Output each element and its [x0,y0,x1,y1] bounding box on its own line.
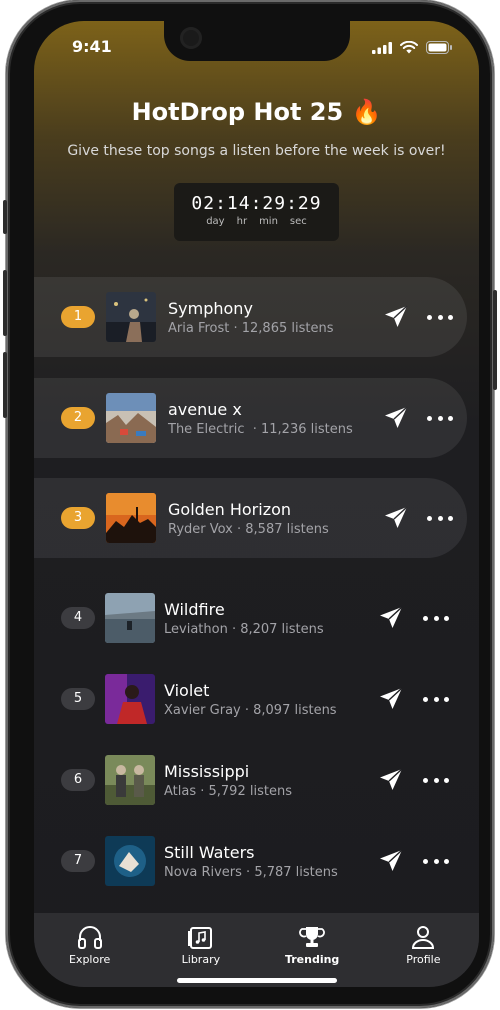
song-info: Wildfire Leviathon · 8,207 listens [164,600,378,637]
song-meta: Aria Frost · 12,865 listens [168,320,334,336]
share-send-icon[interactable] [378,686,404,712]
rank-badge: 1 [61,306,95,328]
song-title: Wildfire [164,599,225,619]
tab-library[interactable]: Library [145,913,256,987]
song-title: Mississippi [164,761,250,781]
status-icons [372,41,453,54]
song-info: Mississippi Atlas · 5,792 listens [164,762,378,799]
song-meta: Ryder Vox · 8,587 listens [168,521,329,537]
album-art [105,674,155,724]
headphones-icon [77,926,102,949]
more-options-icon[interactable] [423,613,449,623]
song-row[interactable]: 2 avenue x The Electric · 11,236 listens [34,378,467,458]
song-row[interactable]: 6 Mississippi Atlas · 5,792 listens [34,740,467,820]
song-meta: Atlas · 5,792 listens [164,783,292,799]
tab-trending[interactable]: Trending [257,913,368,987]
song-info: Still Waters Nova Rivers · 5,787 listens [164,843,378,880]
rank-badge: 4 [61,607,95,629]
more-options-icon[interactable] [423,856,449,866]
more-options-icon[interactable] [423,775,449,785]
rank-badge: 7 [61,850,95,872]
song-meta: The Electric · 11,236 listens [168,421,353,437]
screen: 9:41 HotDrop Hot 25 🔥 Give these top son… [34,21,479,987]
page-subtitle: Give these top songs a listen before the… [67,143,446,159]
volume-up-button [3,270,7,336]
song-meta: Leviathon · 8,207 listens [164,621,324,637]
song-title: Still Waters [164,842,255,862]
tab-label: Profile [406,953,441,966]
song-title: Violet [164,680,210,700]
person-icon [412,926,435,949]
tab-profile[interactable]: Profile [368,913,479,987]
album-art [105,755,155,805]
countdown-units: day hr min sec [174,216,339,227]
song-info: avenue x The Electric · 11,236 listens [168,400,383,437]
front-camera [180,27,202,49]
share-send-icon[interactable] [378,767,404,793]
silent-switch [3,200,7,234]
share-send-icon[interactable] [383,304,409,330]
countdown-unit-min: min [259,216,278,227]
tab-label: Explore [68,953,111,966]
countdown-value: 02:14:29:29 [191,193,322,214]
tab-label: Library [181,953,221,966]
volume-down-button [3,352,7,418]
song-info: Violet Xavier Gray · 8,097 listens [164,681,378,718]
album-art [105,836,155,886]
share-send-icon[interactable] [383,405,409,431]
song-info: Symphony Aria Frost · 12,865 listens [168,299,383,336]
rank-badge: 6 [61,769,95,791]
battery-icon [426,41,452,54]
wifi-icon [400,41,418,54]
trophy-icon [299,927,326,947]
song-title: avenue x [168,399,242,419]
song-row[interactable]: 4 Wildfire Leviathon · 8,207 listens [34,578,467,658]
signal-icon [372,41,392,54]
rank-badge: 5 [61,688,95,710]
countdown-unit-sec: sec [289,216,307,227]
status-time: 9:41 [72,37,112,56]
page-title: HotDrop Hot 25 🔥 [131,98,382,126]
tab-label: Trending [284,953,340,966]
music-library-icon [187,927,212,949]
song-title: Symphony [168,298,253,318]
album-art [106,393,156,443]
phone-frame: 9:41 HotDrop Hot 25 🔥 Give these top son… [3,0,497,1008]
rank-badge: 3 [61,507,95,529]
home-indicator[interactable] [177,978,337,983]
share-send-icon[interactable] [378,605,404,631]
more-options-icon[interactable] [427,413,453,423]
countdown-unit-day: day [206,216,225,227]
song-row[interactable]: 5 Violet Xavier Gray · 8,097 listens [34,659,467,739]
rank-badge: 2 [61,407,95,429]
countdown-timer: 02:14:29:29 day hr min sec [174,183,339,241]
power-button [493,290,497,390]
song-row[interactable]: 3 Golden Horizon Ryder Vox · 8,587 liste… [34,478,467,558]
tab-bar: Explore Library Trending Profile [34,913,479,987]
song-row[interactable]: 7 Still Waters Nova Rivers · 5,787 liste… [34,821,467,901]
countdown-unit-hr: hr [236,216,248,227]
more-options-icon[interactable] [427,513,453,523]
song-info: Golden Horizon Ryder Vox · 8,587 listens [168,500,383,537]
album-art [106,292,156,342]
notch [164,21,350,61]
album-art [106,493,156,543]
share-send-icon[interactable] [383,505,409,531]
song-meta: Xavier Gray · 8,097 listens [164,702,337,718]
more-options-icon[interactable] [423,694,449,704]
album-art [105,593,155,643]
tab-explore[interactable]: Explore [34,913,145,987]
more-options-icon[interactable] [427,312,453,322]
song-title: Golden Horizon [168,499,292,519]
song-row[interactable]: 1 Symphony Aria Frost · 12,865 listens [34,277,467,357]
share-send-icon[interactable] [378,848,404,874]
song-meta: Nova Rivers · 5,787 listens [164,864,338,880]
